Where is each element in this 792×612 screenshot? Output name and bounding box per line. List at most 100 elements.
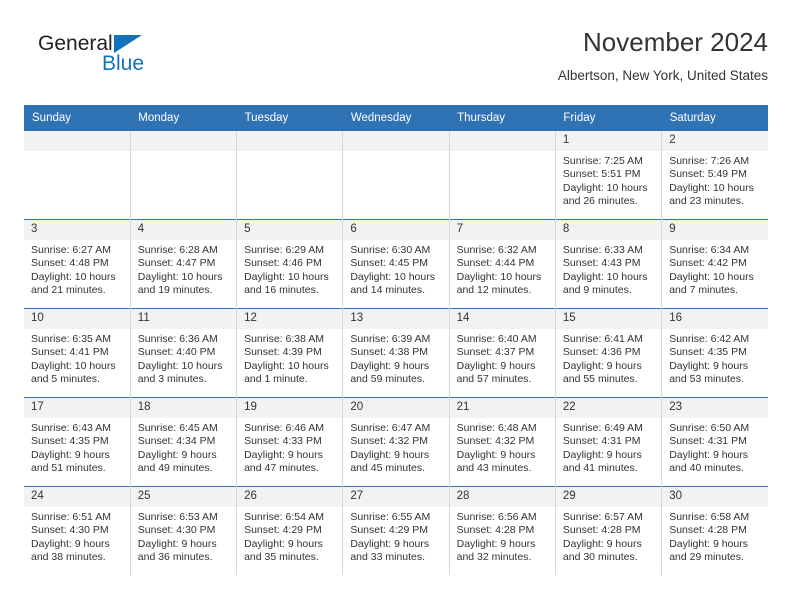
calendar-day-cell[interactable]: 16 Sunrise: 6:42 AM Sunset: 4:35 PM Dayligh… xyxy=(661,308,768,398)
calendar-day-cell[interactable]: 12 Sunrise: 6:38 AM Sunset: 4:39 PM Dayligh… xyxy=(236,308,343,398)
brand-logo[interactable]: General Blue xyxy=(38,32,218,82)
calendar-day-cell[interactable]: 13 Sunrise: 6:39 AM Sunset: 4:38 PM Dayligh… xyxy=(342,308,450,398)
daylight-text: Daylight: 10 hours and 26 minutes. xyxy=(562,181,648,208)
daylight-text: Daylight: 9 hours and 55 minutes. xyxy=(562,359,642,386)
calendar-day-cell[interactable]: 9 Sunrise: 6:34 AM Sunset: 4:42 PM Daylight… xyxy=(661,219,768,309)
sunset-text: Sunset: 4:41 PM xyxy=(31,346,109,359)
calendar-day-cell[interactable]: 10 Sunrise: 6:35 AM Sunset: 4:41 PM Dayligh… xyxy=(24,308,131,398)
day-number: 28 xyxy=(449,487,555,507)
daylight-text: Daylight: 9 hours and 33 minutes. xyxy=(350,537,430,564)
daylight-text: Daylight: 10 hours and 14 minutes. xyxy=(350,270,435,297)
calendar-day-cell[interactable] xyxy=(236,131,343,220)
day-details: Sunrise: 6:56 AM Sunset: 4:28 PM Daylight:… xyxy=(450,507,555,565)
calendar-day-cell[interactable]: 3 Sunrise: 6:27 AM Sunset: 4:48 PM Daylight… xyxy=(24,219,131,309)
sunset-text: Sunset: 4:33 PM xyxy=(244,435,322,448)
sunset-text: Sunset: 5:51 PM xyxy=(562,168,641,181)
sunset-text: Sunset: 4:32 PM xyxy=(350,435,428,448)
day-number: 13 xyxy=(343,309,449,329)
calendar-day-cell[interactable]: 7 Sunrise: 6:32 AM Sunset: 4:44 PM Daylight… xyxy=(448,219,556,309)
sunrise-text: Sunrise: 6:46 AM xyxy=(244,422,325,434)
day-number: 1 xyxy=(555,131,662,151)
daylight-text: Daylight: 9 hours and 32 minutes. xyxy=(456,537,536,564)
calendar-day-cell[interactable]: 23 Sunrise: 6:50 AM Sunset: 4:31 PM Dayligh… xyxy=(661,397,768,487)
calendar-day-cell[interactable] xyxy=(342,131,450,220)
weekday-header-friday: Friday xyxy=(555,105,662,131)
calendar-body: 1 Sunrise: 7:25 AM Sunset: 5:51 PM Daylight… xyxy=(24,131,768,575)
day-number: 24 xyxy=(24,487,130,507)
calendar-day-cell[interactable]: 19 Sunrise: 6:46 AM Sunset: 4:33 PM Dayligh… xyxy=(236,397,343,487)
calendar-day-cell[interactable]: 8 Sunrise: 6:33 AM Sunset: 4:43 PM Daylight… xyxy=(554,219,662,309)
calendar-day-cell[interactable] xyxy=(448,131,556,220)
calendar-day-cell[interactable]: 24 Sunrise: 6:51 AM Sunset: 4:30 PM Dayligh… xyxy=(24,486,131,575)
day-number xyxy=(449,131,555,151)
day-number: 10 xyxy=(24,309,130,329)
calendar-week-row: 17 Sunrise: 6:43 AM Sunset: 4:35 PM Dayligh… xyxy=(24,397,768,487)
sunrise-text: Sunrise: 6:45 AM xyxy=(137,422,218,434)
calendar-day-cell[interactable] xyxy=(129,131,237,220)
sunrise-text: Sunrise: 6:43 AM xyxy=(31,422,111,434)
calendar-day-cell[interactable]: 6 Sunrise: 6:30 AM Sunset: 4:45 PM Daylight… xyxy=(342,219,450,309)
sunset-text: Sunset: 4:46 PM xyxy=(244,257,322,270)
page-header: General Blue November 2024 Albertson, Ne… xyxy=(24,26,768,96)
daylight-text: Daylight: 9 hours and 36 minutes. xyxy=(137,537,217,564)
day-number: 6 xyxy=(343,220,449,240)
sunrise-text: Sunrise: 7:26 AM xyxy=(669,155,750,167)
sunset-text: Sunset: 4:38 PM xyxy=(350,346,428,359)
day-number: 22 xyxy=(555,398,662,418)
calendar-day-cell[interactable]: 27 Sunrise: 6:55 AM Sunset: 4:29 PM Dayligh… xyxy=(342,486,450,575)
sunset-text: Sunset: 4:39 PM xyxy=(244,346,322,359)
calendar-day-cell[interactable] xyxy=(24,131,131,220)
sunset-text: Sunset: 5:49 PM xyxy=(669,168,747,181)
daylight-text: Daylight: 9 hours and 35 minutes. xyxy=(244,537,323,564)
calendar-day-cell[interactable]: 17 Sunrise: 6:43 AM Sunset: 4:35 PM Dayligh… xyxy=(24,397,131,487)
sunset-text: Sunset: 4:37 PM xyxy=(456,346,535,359)
daylight-text: Daylight: 9 hours and 47 minutes. xyxy=(244,448,323,475)
calendar-day-cell[interactable]: 11 Sunrise: 6:36 AM Sunset: 4:40 PM Dayligh… xyxy=(129,308,237,398)
calendar-day-cell[interactable]: 20 Sunrise: 6:47 AM Sunset: 4:32 PM Dayligh… xyxy=(342,397,450,487)
calendar-day-cell[interactable]: 2 Sunrise: 7:26 AM Sunset: 5:49 PM Daylight… xyxy=(661,131,768,220)
calendar-day-cell[interactable]: 18 Sunrise: 6:45 AM Sunset: 4:34 PM Dayligh… xyxy=(129,397,237,487)
sunrise-text: Sunrise: 6:38 AM xyxy=(244,333,325,345)
sunset-text: Sunset: 4:32 PM xyxy=(456,435,535,448)
sunrise-text: Sunrise: 7:25 AM xyxy=(562,155,643,167)
calendar-day-cell[interactable]: 22 Sunrise: 6:49 AM Sunset: 4:31 PM Dayligh… xyxy=(554,397,662,487)
calendar-table: Sunday Monday Tuesday Wednesday Thursday… xyxy=(24,105,768,575)
sunrise-text: Sunrise: 6:57 AM xyxy=(562,511,643,523)
daylight-text: Daylight: 9 hours and 38 minutes. xyxy=(31,537,110,564)
calendar-day-cell[interactable]: 29 Sunrise: 6:57 AM Sunset: 4:28 PM Dayligh… xyxy=(554,486,662,575)
day-details: Sunrise: 6:39 AM Sunset: 4:38 PM Daylight:… xyxy=(343,329,448,387)
weekday-header-thursday: Thursday xyxy=(449,105,556,131)
daylight-text: Daylight: 10 hours and 7 minutes. xyxy=(669,270,754,297)
day-details: Sunrise: 6:43 AM Sunset: 4:35 PM Daylight:… xyxy=(24,418,130,476)
day-details: Sunrise: 6:46 AM Sunset: 4:33 PM Daylight:… xyxy=(237,418,342,476)
calendar-day-cell[interactable]: 4 Sunrise: 6:28 AM Sunset: 4:47 PM Daylight… xyxy=(129,219,237,309)
sunrise-text: Sunrise: 6:55 AM xyxy=(350,511,431,523)
sunrise-text: Sunrise: 6:42 AM xyxy=(669,333,750,345)
calendar-day-cell[interactable]: 30 Sunrise: 6:58 AM Sunset: 4:28 PM Dayligh… xyxy=(661,486,768,575)
calendar-day-cell[interactable]: 28 Sunrise: 6:56 AM Sunset: 4:28 PM Dayligh… xyxy=(448,486,556,575)
sunset-text: Sunset: 4:43 PM xyxy=(562,257,641,270)
day-number: 27 xyxy=(343,487,449,507)
calendar-page: General Blue November 2024 Albertson, Ne… xyxy=(0,0,792,612)
sunrise-text: Sunrise: 6:30 AM xyxy=(350,244,431,256)
daylight-text: Daylight: 10 hours and 23 minutes. xyxy=(669,181,754,208)
calendar-day-cell[interactable]: 1 Sunrise: 7:25 AM Sunset: 5:51 PM Daylight… xyxy=(554,131,662,220)
day-number: 14 xyxy=(449,309,555,329)
calendar-day-cell[interactable]: 15 Sunrise: 6:41 AM Sunset: 4:36 PM Dayligh… xyxy=(554,308,662,398)
daylight-text: Daylight: 10 hours and 5 minutes. xyxy=(31,359,116,386)
day-details: Sunrise: 6:36 AM Sunset: 4:40 PM Daylight:… xyxy=(131,329,236,387)
sunset-text: Sunset: 4:30 PM xyxy=(31,524,109,537)
calendar-day-cell[interactable]: 26 Sunrise: 6:54 AM Sunset: 4:29 PM Dayligh… xyxy=(236,486,343,575)
day-number: 21 xyxy=(449,398,555,418)
calendar-day-cell[interactable]: 14 Sunrise: 6:40 AM Sunset: 4:37 PM Dayligh… xyxy=(448,308,556,398)
calendar-day-cell[interactable]: 25 Sunrise: 6:53 AM Sunset: 4:30 PM Dayligh… xyxy=(129,486,237,575)
weekday-header-tuesday: Tuesday xyxy=(236,105,343,131)
sunrise-text: Sunrise: 6:34 AM xyxy=(669,244,750,256)
sunrise-text: Sunrise: 6:40 AM xyxy=(456,333,537,345)
day-number: 18 xyxy=(130,398,237,418)
calendar-day-cell[interactable]: 21 Sunrise: 6:48 AM Sunset: 4:32 PM Dayligh… xyxy=(448,397,556,487)
calendar-day-cell[interactable]: 5 Sunrise: 6:29 AM Sunset: 4:46 PM Daylight… xyxy=(236,219,343,309)
weekday-header-monday: Monday xyxy=(130,105,237,131)
day-number: 12 xyxy=(237,309,343,329)
day-number: 25 xyxy=(130,487,237,507)
